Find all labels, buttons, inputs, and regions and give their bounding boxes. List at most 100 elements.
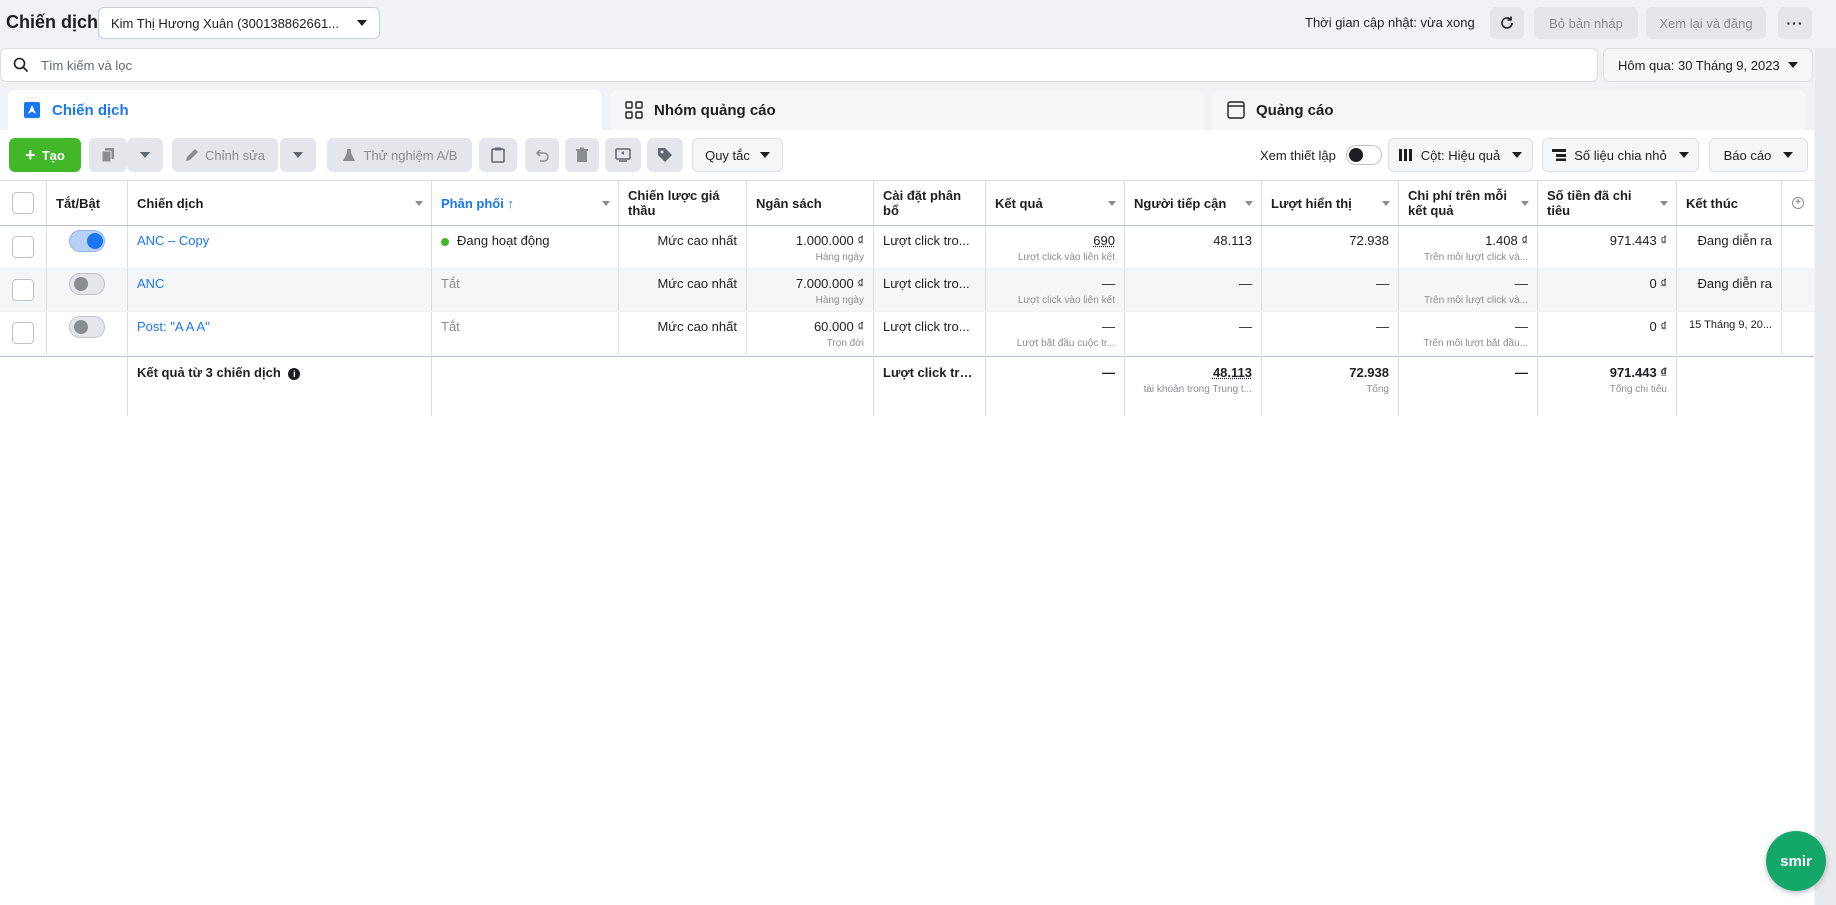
- results-type: Lượt click vào liên kết: [1017, 295, 1115, 306]
- add-column-cell[interactable]: +: [1782, 181, 1814, 225]
- preview-button[interactable]: [605, 138, 641, 172]
- ab-test-button[interactable]: Thử nghiệm A/B: [327, 138, 472, 172]
- delivery-status: Tắt: [432, 312, 619, 354]
- edit-label: Chỉnh sửa: [204, 147, 265, 163]
- tab-ads[interactable]: Quảng cáo: [1212, 90, 1806, 130]
- account-selector[interactable]: Kim Thị Hương Xuân (300138862661...: [98, 7, 380, 39]
- cpr-type: Trên mỗi lượt bắt đầu...: [1423, 338, 1528, 349]
- header-cpr-label: Chi phí trên mỗi kết quả: [1408, 188, 1507, 218]
- budget-type: Trọn đời: [826, 338, 864, 349]
- chevron-down-icon: [759, 152, 770, 158]
- table-row[interactable]: Post: "A A A" Tắt Mức cao nhất 60.000 ₫ T…: [0, 312, 1814, 355]
- bid-strategy-cell: Mức cao nhất: [619, 226, 747, 268]
- more-button[interactable]: ···: [1778, 7, 1812, 39]
- undo-button[interactable]: [525, 138, 559, 172]
- attribution-cell: Lượt click tro...: [874, 226, 986, 268]
- results-value[interactable]: 690: [1093, 233, 1115, 248]
- summary-label-cell: Kết quả từ 3 chiến dịch i: [128, 357, 432, 416]
- campaign-name-link[interactable]: ANC – Copy: [128, 226, 432, 268]
- chevron-down-icon: [293, 152, 303, 158]
- sort-caret-icon: [1245, 201, 1253, 206]
- active-status-dot: [441, 237, 449, 246]
- breakdown-button[interactable]: Số liệu chia nhỏ: [1542, 138, 1699, 172]
- search-filter-bar[interactable]: Tìm kiếm và lọc: [0, 48, 1598, 82]
- header-bid-strategy[interactable]: Chiến lược giá thầu: [619, 181, 747, 225]
- header-budget[interactable]: Ngân sách: [747, 181, 874, 225]
- tab-ad-sets[interactable]: Nhóm quảng cáo: [610, 90, 1204, 130]
- header-attribution[interactable]: Cài đặt phân bổ: [874, 181, 986, 225]
- row-select-cell: [0, 312, 47, 354]
- search-icon: [13, 57, 29, 73]
- clipboard-button[interactable]: [479, 138, 517, 172]
- header-impressions[interactable]: Lượt hiển thị: [1262, 181, 1399, 225]
- summary-spent-cell: 971.443 ₫ Tổng chi tiêu: [1538, 357, 1677, 416]
- campaign-name-link[interactable]: Post: "A A A": [128, 312, 432, 354]
- tag-icon: [658, 148, 672, 162]
- results-type: Lượt bắt đầu cuộc tr...: [1016, 338, 1115, 349]
- campaign-name-link[interactable]: ANC: [128, 269, 432, 311]
- ends-cell: 15 Tháng 9, 20...: [1677, 312, 1782, 354]
- duplicate-dropdown-button[interactable]: [127, 138, 163, 172]
- tag-button[interactable]: [647, 138, 683, 172]
- pencil-icon: [185, 149, 198, 161]
- edit-dropdown-button[interactable]: [280, 138, 316, 172]
- row-toggle-cell: [47, 269, 128, 311]
- summary-reach[interactable]: 48.113: [1213, 365, 1252, 380]
- reach-cell: —: [1125, 269, 1262, 311]
- grid-icon: [624, 100, 644, 120]
- header-amount-spent[interactable]: Số tiền đã chi tiêu: [1538, 181, 1677, 225]
- header-reach[interactable]: Người tiếp cận: [1125, 181, 1262, 225]
- results-value: —: [1102, 276, 1115, 291]
- row-checkbox[interactable]: [12, 322, 34, 344]
- review-publish-button[interactable]: Xem lại và đăng: [1646, 7, 1766, 39]
- chevron-down-icon: [1512, 152, 1523, 158]
- sort-caret-icon: [1660, 201, 1668, 206]
- campaign-toggle[interactable]: [69, 316, 105, 338]
- row-checkbox[interactable]: [12, 279, 34, 301]
- smir-widget-button[interactable]: smir: [1766, 831, 1826, 891]
- tab-campaigns[interactable]: Chiến dịch: [8, 90, 602, 130]
- create-button[interactable]: + Tạo: [9, 138, 81, 172]
- header-results[interactable]: Kết quả: [986, 181, 1125, 225]
- date-range-picker[interactable]: Hôm qua: 30 Tháng 9, 2023: [1603, 48, 1813, 82]
- view-settings-toggle[interactable]: [1345, 145, 1382, 165]
- header-toggle[interactable]: Tắt/Bật: [47, 181, 128, 225]
- account-name: Kim Thị Hương Xuân (300138862661...: [111, 15, 340, 31]
- select-all-checkbox[interactable]: [12, 192, 34, 214]
- rules-button[interactable]: Quy tắc: [692, 138, 783, 172]
- cost-per-result-cell: — Trên mỗi lượt bắt đầu...: [1399, 312, 1538, 354]
- table-row[interactable]: ANC – Copy Đang hoạt động Mức cao nhất 1…: [0, 226, 1814, 269]
- row-checkbox[interactable]: [12, 236, 34, 258]
- summary-impressions: 72.938: [1349, 365, 1389, 380]
- delete-button[interactable]: [565, 138, 599, 172]
- header-delivery[interactable]: Phân phối ↑: [432, 181, 619, 225]
- bid-strategy-cell: Mức cao nhất: [619, 269, 747, 311]
- budget-type: Hàng ngày: [815, 295, 864, 306]
- toggle-knob: [87, 233, 103, 249]
- budget-cell: 1.000.000 ₫ Hàng ngày: [747, 226, 874, 268]
- header-impressions-label: Lượt hiển thị: [1271, 195, 1352, 211]
- update-status: Thời gian cập nhật: vừa xong: [1305, 15, 1475, 30]
- summary-spacer: [0, 357, 128, 416]
- columns-button[interactable]: Cột: Hiệu quả: [1388, 138, 1533, 172]
- header-ends[interactable]: Kết thúc: [1677, 181, 1782, 225]
- header-campaign[interactable]: Chiến dịch: [128, 181, 432, 225]
- edit-button[interactable]: Chỉnh sửa: [172, 138, 278, 172]
- impressions-cell: —: [1262, 269, 1399, 311]
- discard-draft-button[interactable]: Bỏ bản nháp: [1534, 7, 1638, 39]
- duplicate-button[interactable]: [89, 138, 127, 172]
- budget-value: 7.000.000 ₫: [795, 276, 864, 291]
- top-bar: Chiến dịch Kim Thị Hương Xuân (300138862…: [0, 0, 1836, 46]
- table-row[interactable]: ANC Tắt Mức cao nhất 7.000.000 ₫ Hàng ngà…: [0, 269, 1814, 312]
- ad-window-icon: [1226, 100, 1246, 120]
- summary-cpr: —: [1399, 357, 1538, 416]
- campaign-toggle[interactable]: [69, 230, 105, 252]
- info-icon[interactable]: i: [288, 367, 301, 380]
- reports-button[interactable]: Báo cáo: [1709, 138, 1808, 172]
- add-column-icon: +: [1792, 197, 1804, 209]
- summary-impressions-sub: Tổng: [1366, 384, 1389, 395]
- view-settings-label: Xem thiết lập: [1260, 147, 1336, 163]
- refresh-button[interactable]: [1490, 7, 1524, 39]
- header-cost-per-result[interactable]: Chi phí trên mỗi kết quả: [1399, 181, 1538, 225]
- campaign-toggle[interactable]: [69, 273, 105, 295]
